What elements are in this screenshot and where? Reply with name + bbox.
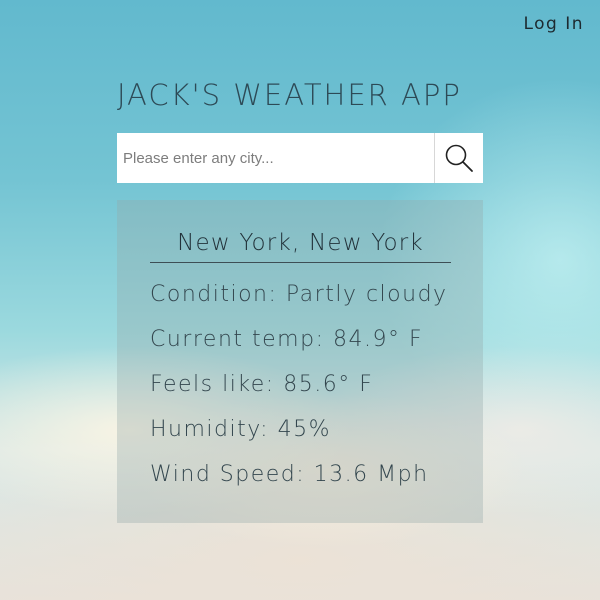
location-heading: New York, New York: [150, 230, 451, 263]
city-search-input[interactable]: [117, 133, 434, 183]
search-bar: [117, 133, 483, 183]
wind-speed-value: 13.6 Mph: [313, 462, 429, 487]
wind-speed-row: Wind Speed: 13.6 Mph: [150, 462, 429, 487]
condition-row: Condition: Partly cloudy: [150, 282, 448, 307]
condition-value: Partly cloudy: [285, 282, 448, 307]
current-temp-label: Current temp:: [150, 327, 325, 352]
feels-like-value: 85.6° F: [283, 372, 374, 397]
search-icon: [445, 144, 473, 172]
app-title: JACK'S WEATHER APP: [117, 78, 462, 112]
weather-card: New York, New York Condition: Partly clo…: [117, 200, 483, 523]
login-link[interactable]: Log In: [523, 14, 584, 34]
humidity-row: Humidity: 45%: [150, 417, 331, 442]
current-temp-row: Current temp: 84.9° F: [150, 327, 423, 352]
humidity-value: 45%: [277, 417, 331, 442]
feels-like-row: Feels like: 85.6° F: [150, 372, 373, 397]
wind-speed-label: Wind Speed:: [150, 462, 306, 487]
current-temp-value: 84.9° F: [332, 327, 424, 352]
humidity-label: Humidity:: [150, 417, 270, 442]
feels-like-label: Feels like:: [150, 372, 275, 397]
condition-label: Condition:: [150, 282, 278, 307]
search-button[interactable]: [434, 133, 483, 183]
